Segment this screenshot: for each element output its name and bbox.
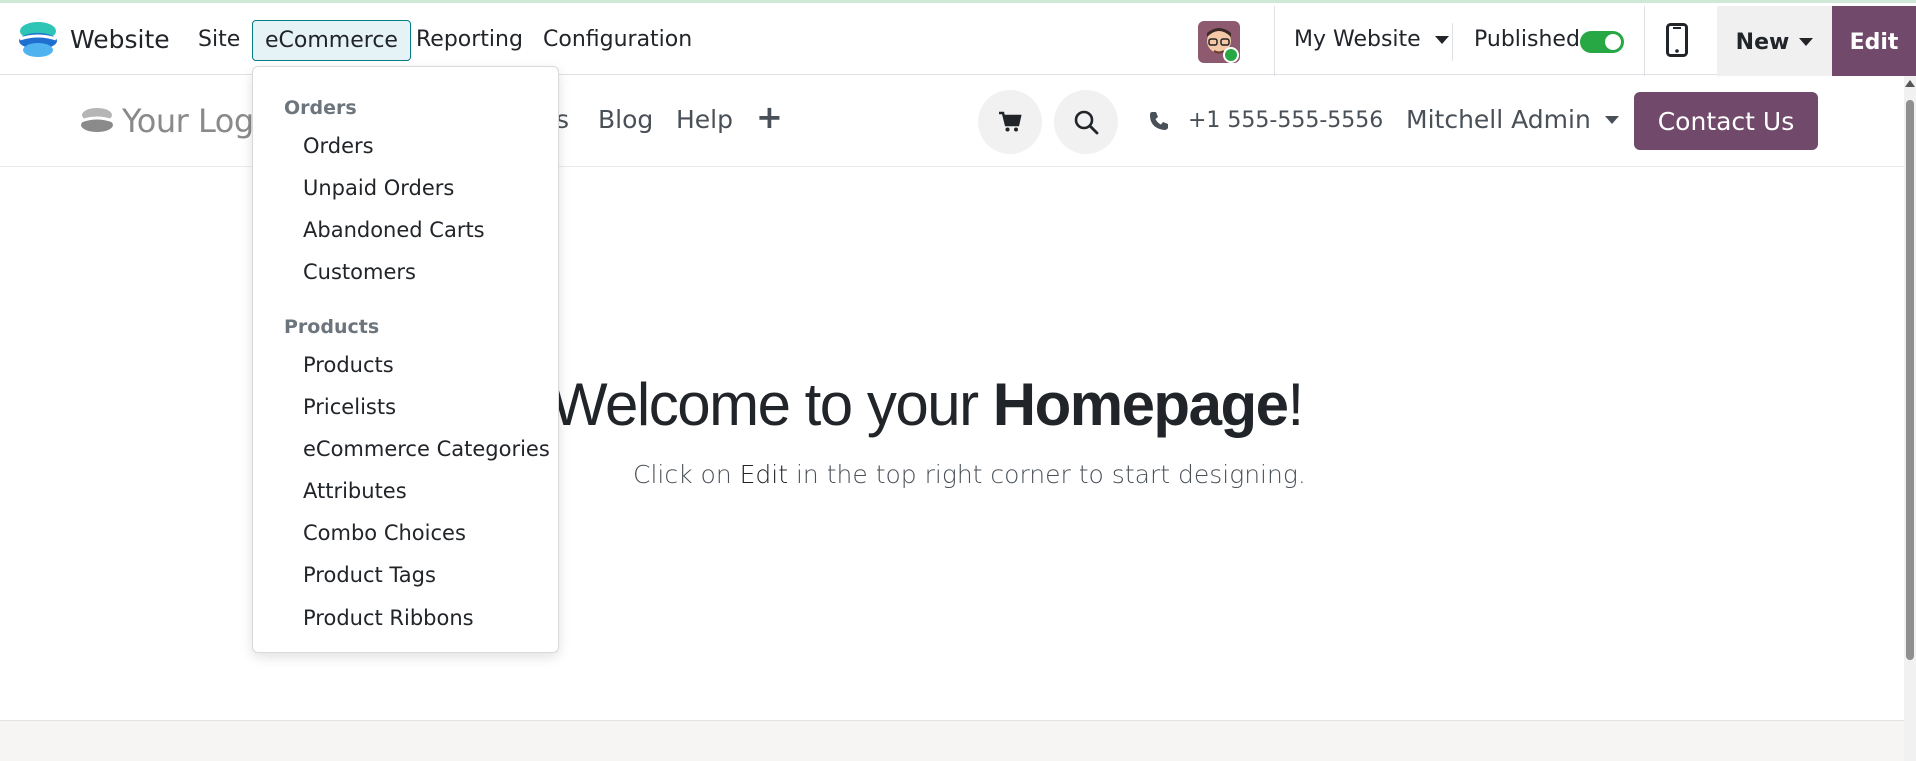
search-button[interactable] xyxy=(1054,90,1118,154)
dropdown-item-unpaid-orders[interactable]: Unpaid Orders xyxy=(303,176,454,200)
welcome-subtext: Click on Edit in the top right corner to… xyxy=(633,460,1306,489)
site-logo[interactable]: Your Logo xyxy=(80,102,273,140)
dropdown-item-ecommerce-categories[interactable]: eCommerce Categories xyxy=(303,437,550,461)
nav-link-help[interactable]: Help xyxy=(676,105,733,134)
user-menu[interactable]: Mitchell Admin xyxy=(1406,105,1619,134)
phone-number: +1 555-555-5556 xyxy=(1188,108,1384,133)
ecommerce-dropdown: Orders Orders Unpaid Orders Abandoned Ca… xyxy=(252,66,559,653)
menu-configuration[interactable]: Configuration xyxy=(531,20,704,61)
dropdown-header-products: Products xyxy=(284,316,380,338)
cart-button[interactable] xyxy=(978,90,1042,154)
logo-icon xyxy=(80,108,114,132)
add-menu-item-button[interactable]: + xyxy=(756,98,783,136)
published-toggle[interactable] xyxy=(1580,31,1624,53)
welcome-prefix: Welcome to your xyxy=(551,371,993,438)
page-scrollbar[interactable] xyxy=(1904,76,1916,761)
subtext-prefix: Click on xyxy=(633,460,740,489)
dropdown-item-customers[interactable]: Customers xyxy=(303,260,416,284)
new-button-label: New xyxy=(1735,29,1790,55)
toggle-knob xyxy=(1605,34,1621,50)
app-brand[interactable]: Website xyxy=(18,19,170,59)
online-status-icon xyxy=(1223,47,1239,63)
contact-us-button[interactable]: Contact Us xyxy=(1634,92,1818,150)
dropdown-header-orders: Orders xyxy=(284,97,357,119)
dropdown-item-product-ribbons[interactable]: Product Ribbons xyxy=(303,606,474,630)
divider xyxy=(1644,6,1645,78)
welcome-suffix: ! xyxy=(1287,371,1304,438)
new-button[interactable]: New xyxy=(1717,6,1832,78)
menu-reporting[interactable]: Reporting xyxy=(404,20,535,61)
dropdown-item-abandoned-carts[interactable]: Abandoned Carts xyxy=(303,218,485,242)
divider xyxy=(1274,6,1275,78)
cart-icon xyxy=(999,111,1022,132)
website-selector[interactable]: My Website xyxy=(1294,27,1449,52)
chevron-down-icon xyxy=(1604,115,1619,124)
divider xyxy=(1452,23,1453,61)
dropdown-item-attributes[interactable]: Attributes xyxy=(303,479,407,503)
subtext-suffix: in the top right corner to start designi… xyxy=(788,460,1306,489)
nav-link-blog[interactable]: Blog xyxy=(598,105,653,134)
welcome-bold: Homepage xyxy=(992,371,1289,438)
website-app-icon xyxy=(19,22,57,57)
website-selector-label: My Website xyxy=(1294,27,1421,52)
phone-link[interactable]: +1 555-555-5556 xyxy=(1148,108,1383,133)
search-icon xyxy=(1074,110,1099,135)
scrollbar-thumb[interactable] xyxy=(1906,100,1914,660)
published-label: Published xyxy=(1474,27,1580,52)
scroll-up-icon[interactable] xyxy=(1905,80,1915,87)
menu-site[interactable]: Site xyxy=(186,20,252,61)
app-name: Website xyxy=(70,24,170,54)
chevron-down-icon xyxy=(1434,35,1449,44)
welcome-heading: Welcome to your Homepage! xyxy=(551,370,1351,439)
logo-text: Your Logo xyxy=(122,102,273,140)
dropdown-item-pricelists[interactable]: Pricelists xyxy=(303,395,396,419)
user-name: Mitchell Admin xyxy=(1406,105,1591,134)
edit-button[interactable]: Edit xyxy=(1832,6,1916,78)
chevron-down-icon xyxy=(1799,38,1814,46)
dropdown-item-product-tags[interactable]: Product Tags xyxy=(303,563,436,587)
dropdown-item-combo-choices[interactable]: Combo Choices xyxy=(303,521,466,545)
menu-ecommerce[interactable]: eCommerce xyxy=(252,20,411,61)
dropdown-item-orders[interactable]: Orders xyxy=(303,134,374,158)
subtext-edit: Edit xyxy=(739,460,789,489)
mobile-preview-icon[interactable] xyxy=(1666,23,1688,61)
admin-navbar: Website Site eCommerce Reporting Configu… xyxy=(0,0,1916,78)
dropdown-item-products[interactable]: Products xyxy=(303,353,394,377)
footer-band xyxy=(0,720,1904,761)
phone-icon xyxy=(1150,111,1168,130)
